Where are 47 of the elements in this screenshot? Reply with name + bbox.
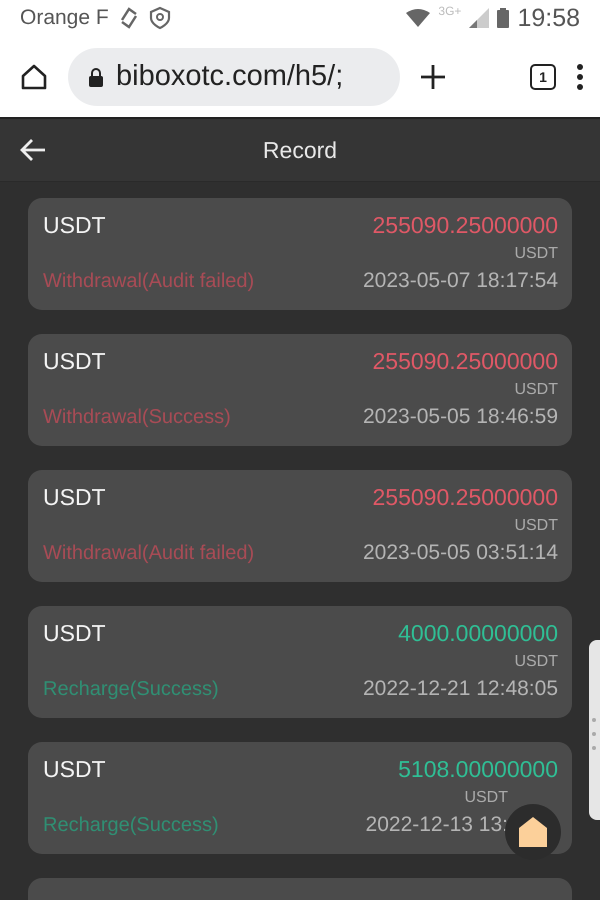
amount-text: 255090.25000000 <box>372 348 558 376</box>
url-bar[interactable]: biboxotc.com/h5/; <box>68 48 400 106</box>
status-text: Withdrawal(Audit failed) <box>43 270 256 292</box>
page-title: Record <box>262 136 338 164</box>
coin-name: USDT <box>43 348 107 376</box>
carrier-name: Orange F <box>20 6 109 30</box>
plus-icon[interactable] <box>420 64 446 90</box>
url-text: biboxotc.com/h5/; <box>116 60 344 93</box>
unit-text: USDT <box>514 245 558 263</box>
unit-text: USDT <box>464 789 508 807</box>
side-handle[interactable] <box>589 640 600 820</box>
lock-icon <box>88 66 104 86</box>
shield-icon <box>148 6 171 30</box>
record-card[interactable]: USDT 255090.25000000 USDT Withdrawal(Audit failed) 2023-05-07 18:17:54 <box>28 198 572 310</box>
status-text: Recharge(Success) <box>43 814 220 836</box>
record-time: 2023-05-07 18:17:54 <box>363 269 558 293</box>
coin-name: USDT <box>43 212 107 240</box>
home-icon[interactable] <box>20 62 48 90</box>
clock-time: 19:58 <box>517 4 580 32</box>
wifi-icon <box>406 9 430 27</box>
battery-icon <box>497 8 510 28</box>
record-time: 2023-05-05 03:51:14 <box>363 541 558 565</box>
amount-text: 5108.00000000 <box>398 756 558 784</box>
status-text: Recharge(Success) <box>43 678 220 700</box>
record-time: 2023-05-05 18:46:59 <box>363 405 558 429</box>
house-icon <box>518 816 548 848</box>
record-card[interactable]: USDT 4000.00000000 USDT Recharge(Success) 2022-12-21 12:48:05 <box>28 606 572 718</box>
record-card[interactable]: USDT 255090.25000000 USDT Withdrawal(Success) 2023-05-05 18:46:59 <box>28 334 572 446</box>
coin-name: USDT <box>43 620 107 648</box>
amount-text: 255090.25000000 <box>372 212 558 240</box>
unit-text: USDT <box>514 653 558 671</box>
unit-text: USDT <box>514 381 558 399</box>
amount-text: 4000.00000000 <box>398 620 558 648</box>
coin-name: USDT <box>43 484 107 512</box>
record-card[interactable]: USDT 255090.25000000 USDT Withdrawal(Audit failed) 2023-05-05 03:51:14 <box>28 470 572 582</box>
record-time: 2022-12-21 12:48:05 <box>363 677 558 701</box>
signal-icon <box>469 8 490 28</box>
status-text: Withdrawal(Audit failed) <box>43 542 256 564</box>
network-type: 3G+ <box>438 4 462 18</box>
record-time: 2022-12-13 13: <box>366 813 508 837</box>
coin-name: USDT <box>43 756 107 784</box>
tab-count-button[interactable]: 1 <box>530 64 556 90</box>
more-icon[interactable] <box>576 64 584 90</box>
unit-text: USDT <box>514 517 558 535</box>
status-text: Withdrawal(Success) <box>43 406 232 428</box>
amount-text: 255090.25000000 <box>372 484 558 512</box>
record-card[interactable]: USDT 5108.00000000 USDT Recharge(Success) 2022-12-13 13: <box>28 742 572 854</box>
